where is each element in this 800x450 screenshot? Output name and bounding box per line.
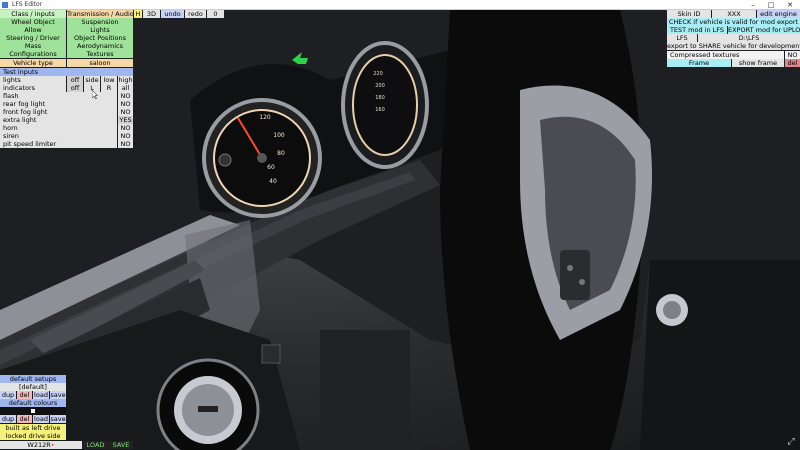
compressed-textures-toggle[interactable]: NO: [785, 51, 800, 59]
tab-class-inputs[interactable]: Class / inputs: [0, 10, 66, 18]
tab-lights[interactable]: Lights: [67, 26, 133, 34]
tab-transmission-audio[interactable]: Transmission / Audio: [67, 10, 133, 18]
default-colours-header: default colours: [0, 399, 66, 407]
frame-button[interactable]: Frame: [667, 59, 731, 67]
colour-del-button[interactable]: del: [17, 415, 32, 423]
vehicle-type-label: Vehicle type: [0, 59, 66, 67]
lights-low-button[interactable]: low: [101, 76, 117, 84]
setup-dup-button[interactable]: dup: [0, 391, 16, 399]
h-button[interactable]: H: [134, 10, 142, 18]
frame-delete-button[interactable]: del: [785, 59, 800, 67]
tab-suspension[interactable]: Suspension: [67, 18, 133, 26]
left-drive-toggle[interactable]: built as left drive: [0, 424, 66, 432]
front-fog-light-label: front fog light: [0, 108, 117, 116]
model-name: W212R: [27, 441, 51, 449]
mouse-cursor: [92, 90, 98, 99]
app-icon: [2, 2, 8, 8]
colour-dot-icon: [31, 409, 35, 413]
colour-save-button[interactable]: save: [50, 415, 66, 423]
skin-id-label: Skin ID: [667, 10, 711, 18]
pit-speed-limiter-toggle[interactable]: NO: [118, 140, 133, 148]
tacho-tick-200: 200: [375, 83, 385, 89]
tab-textures[interactable]: Textures: [67, 50, 133, 58]
setup-load-button[interactable]: load: [33, 391, 49, 399]
vehicle-type-select[interactable]: saloon: [67, 59, 133, 67]
show-frame-button[interactable]: show frame: [732, 59, 784, 67]
tab-wheel-object[interactable]: Wheel Object: [0, 18, 66, 26]
tab-allow[interactable]: Allow: [0, 26, 66, 34]
default-setup-value[interactable]: [default]: [0, 383, 66, 391]
undo-count: 0: [207, 10, 224, 18]
tab-aerodynamics[interactable]: Aerodynamics: [67, 42, 133, 50]
indicators-label: indicators: [0, 84, 66, 92]
edit-engine-button[interactable]: edit engine: [757, 10, 800, 18]
tab-steering-driver[interactable]: Steering / Driver: [0, 34, 66, 42]
colour-swatch[interactable]: [0, 407, 66, 415]
top-toolbar: H 3D undo redo 0: [134, 10, 224, 18]
speedo-tick-80: 80: [277, 150, 285, 157]
extra-light-label: extra light: [0, 116, 117, 124]
export-mod-button[interactable]: EXPORT mod for UPLOAD: [728, 26, 800, 34]
window-titlebar: LFS Editor – □ ✕: [0, 0, 800, 10]
rear-fog-light-toggle[interactable]: NO: [118, 100, 133, 108]
default-setups-header: default setups: [0, 375, 66, 383]
setup-save-button[interactable]: save: [50, 391, 66, 399]
front-fog-light-toggle[interactable]: NO: [118, 108, 133, 116]
lights-side-button[interactable]: side: [84, 76, 100, 84]
lights-label: lights: [0, 76, 66, 84]
maximize-button[interactable]: □: [762, 0, 780, 10]
window-title: LFS Editor: [12, 1, 43, 8]
siren-toggle[interactable]: NO: [118, 132, 133, 140]
indicators-all-button[interactable]: all: [118, 84, 133, 92]
lights-off-button[interactable]: off: [67, 76, 83, 84]
compressed-textures-label: Compressed textures: [667, 51, 784, 59]
extra-light-toggle[interactable]: YES: [118, 116, 133, 124]
siren-label: siren: [0, 132, 117, 140]
export-share-button[interactable]: export to SHARE vehicle for development: [667, 42, 800, 50]
tacho-tick-180: 180: [375, 95, 385, 101]
left-panel: Class / inputs Transmission / Audio Whee…: [0, 10, 133, 154]
3d-view-button[interactable]: 3D: [143, 10, 160, 18]
model-name-field[interactable]: W212R•: [0, 441, 82, 449]
undo-button[interactable]: undo: [161, 10, 184, 18]
tacho-tick-220: 220: [373, 71, 383, 77]
setup-del-button[interactable]: del: [17, 391, 32, 399]
tab-mass[interactable]: Mass: [0, 42, 66, 50]
speedo-tick-60: 60: [267, 164, 275, 171]
bottom-left-panel: default setups [default] dup del load sa…: [0, 375, 133, 450]
tacho-tick-160: 160: [375, 107, 385, 113]
fullscreen-icon[interactable]: ⤢: [786, 437, 796, 447]
speedo-tick-120: 120: [259, 114, 271, 121]
pit-speed-limiter-label: pit speed limiter: [0, 140, 117, 148]
colour-load-button[interactable]: load: [33, 415, 49, 423]
lfs-path-field[interactable]: D:\LFS: [698, 34, 800, 42]
save-button[interactable]: SAVE: [109, 441, 133, 449]
minimize-button[interactable]: –: [744, 0, 762, 10]
tab-object-positions[interactable]: Object Positions: [67, 34, 133, 42]
speedo-tick-40: 40: [269, 178, 277, 185]
load-button[interactable]: LOAD: [83, 441, 108, 449]
flash-toggle[interactable]: NO: [118, 92, 133, 100]
flash-label: flash: [0, 92, 117, 100]
model-modified-marker: •: [50, 441, 55, 449]
skin-id-value[interactable]: XXX: [712, 10, 756, 18]
right-panel: Skin ID XXX edit engine CHECK if vehicle…: [667, 10, 800, 70]
test-mod-button[interactable]: TEST mod in LFS: [667, 26, 727, 34]
close-button[interactable]: ✕: [781, 0, 799, 10]
horn-toggle[interactable]: NO: [118, 124, 133, 132]
redo-button[interactable]: redo: [185, 10, 206, 18]
locked-drive-toggle[interactable]: locked drive side: [0, 432, 66, 440]
check-valid-button[interactable]: CHECK if vehicle is valid for mod export: [667, 18, 800, 26]
tab-configurations[interactable]: Configurations: [0, 50, 66, 58]
indicators-off-button[interactable]: off: [67, 84, 83, 92]
horn-label: horn: [0, 124, 117, 132]
speedo-tick-100: 100: [273, 132, 285, 139]
lfs-path-label: LFS: [667, 34, 697, 42]
colour-dup-button[interactable]: dup: [0, 415, 16, 423]
indicators-right-button[interactable]: R: [101, 84, 117, 92]
rear-fog-light-label: rear fog light: [0, 100, 117, 108]
lights-high-button[interactable]: high: [118, 76, 133, 84]
test-inputs-header: Test inputs: [0, 68, 133, 76]
